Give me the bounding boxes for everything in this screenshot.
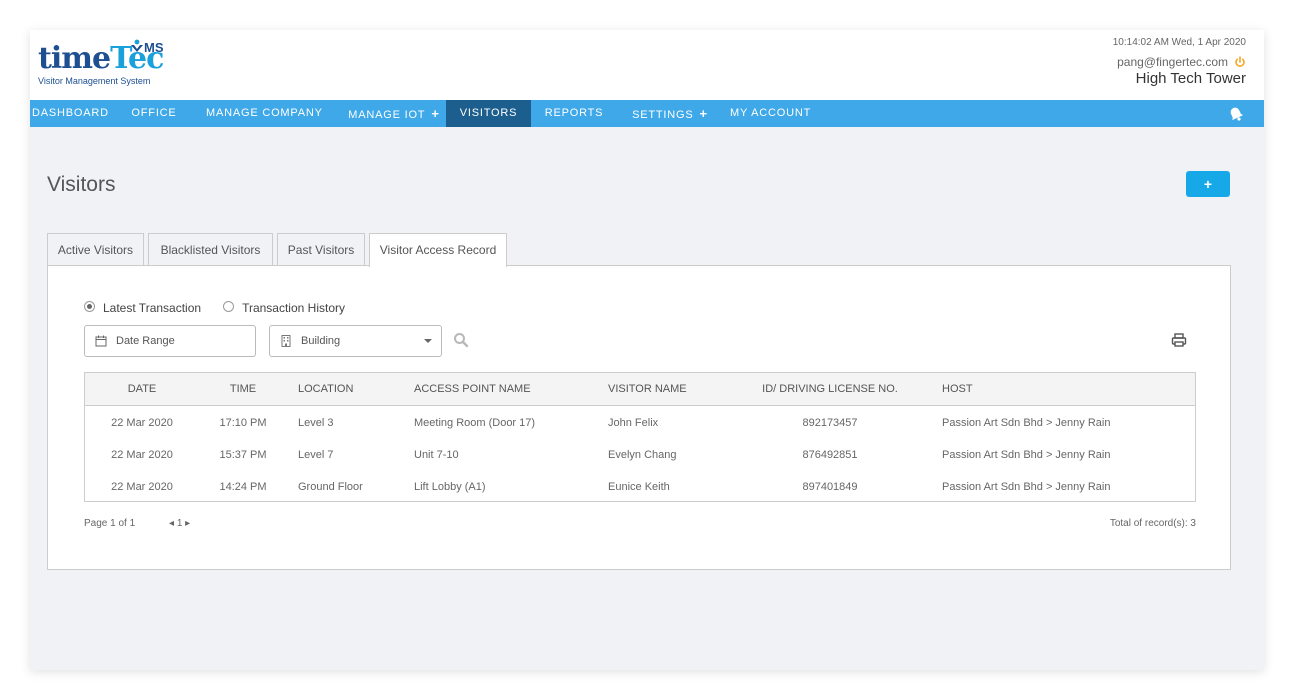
- plus-icon: +: [699, 106, 708, 121]
- page-title: Visitors: [47, 173, 116, 196]
- table-row[interactable]: 22 Mar 2020 15:37 PM Level 7 Unit 7-10 E…: [85, 439, 1195, 471]
- nav-label: OFFICE: [131, 107, 177, 119]
- page-indicator: Page 1 of 1: [84, 518, 136, 529]
- nav-settings[interactable]: SETTINGS +: [630, 100, 710, 127]
- cell-host: Passion Art Sdn Bhd > Jenny Rain: [942, 481, 1111, 493]
- cell-host: Passion Art Sdn Bhd > Jenny Rain: [942, 417, 1111, 429]
- nav-label: REPORTS: [544, 107, 604, 119]
- cell-date: 22 Mar 2020: [111, 449, 173, 461]
- logo-figure-icon: [131, 39, 143, 52]
- nav-manage-iot[interactable]: MANAGE IOT +: [346, 100, 442, 127]
- total-records: Total of record(s): 3: [1109, 518, 1196, 529]
- user-panel: 10:14:02 AM Wed, 1 Apr 2020 pang@fingert…: [1113, 37, 1246, 87]
- radio-latest-transaction[interactable]: [84, 300, 95, 312]
- main-nav: DASHBOARD OFFICE MANAGE COMPANY MANAGE I…: [30, 100, 1264, 127]
- cell-access-point: Meeting Room (Door 17): [414, 417, 536, 429]
- nav-office[interactable]: OFFICE: [128, 100, 180, 127]
- logo-subtitle: Visitor Management System: [38, 76, 151, 86]
- cell-date: 22 Mar 2020: [111, 481, 173, 493]
- nav-label: DASHBOARD: [32, 107, 109, 119]
- nav-my-account[interactable]: MY ACCOUNT: [730, 100, 810, 127]
- plus-icon: +: [431, 106, 440, 121]
- tab-past-visitors[interactable]: Past Visitors: [277, 233, 365, 266]
- date-range-placeholder: Date Range: [116, 335, 175, 347]
- cell-access-point: Lift Lobby (A1): [414, 481, 486, 493]
- tab-blacklisted-visitors[interactable]: Blacklisted Visitors: [148, 233, 273, 266]
- access-record-panel: Latest Transaction Transaction History D…: [47, 265, 1231, 570]
- radio-transaction-history[interactable]: [223, 300, 235, 312]
- nav-dashboard[interactable]: DASHBOARD: [32, 100, 108, 127]
- column-header-location[interactable]: LOCATION: [298, 373, 353, 406]
- next-page-icon[interactable]: ▸: [185, 518, 190, 529]
- datetime: 10:14:02 AM Wed, 1 Apr 2020: [1112, 37, 1246, 48]
- transaction-mode-group: Latest Transaction Transaction History: [84, 300, 367, 315]
- header: timeTec MS Visitor Management System 10:…: [30, 30, 1264, 100]
- prev-page-icon[interactable]: ◂: [169, 518, 174, 529]
- table-row[interactable]: 22 Mar 2020 14:24 PM Ground Floor Lift L…: [85, 471, 1195, 503]
- cell-visitor-name: John Felix: [608, 417, 659, 429]
- cell-time: 14:24 PM: [219, 481, 267, 493]
- logo-vms-text: MS: [144, 40, 164, 55]
- cell-host: Passion Art Sdn Bhd > Jenny Rain: [942, 449, 1111, 461]
- tab-label: Visitor Access Record: [379, 243, 497, 257]
- print-icon[interactable]: [1170, 331, 1188, 349]
- column-header-host[interactable]: HOST: [942, 373, 973, 406]
- column-header-id-license[interactable]: ID/ DRIVING LICENSE NO.: [755, 373, 905, 406]
- nav-label: MY ACCOUNT: [730, 107, 812, 119]
- tab-visitor-access-record[interactable]: Visitor Access Record: [369, 233, 507, 267]
- column-header-access-point[interactable]: ACCESS POINT NAME: [414, 373, 531, 406]
- user-line: pang@fingertec.com: [1113, 55, 1246, 69]
- page-number-button[interactable]: 1: [177, 518, 183, 529]
- calendar-icon: [95, 335, 107, 347]
- tab-label: Active Visitors: [57, 243, 134, 257]
- cell-visitor-name: Evelyn Chang: [608, 449, 677, 461]
- building-icon: [281, 335, 291, 347]
- nav-label: MANAGE IOT: [348, 109, 426, 121]
- app-window: timeTec MS Visitor Management System 10:…: [30, 30, 1264, 670]
- access-record-table: DATE TIME LOCATION ACCESS POINT NAME VIS…: [84, 372, 1196, 502]
- search-icon[interactable]: [452, 331, 470, 349]
- table-row[interactable]: 22 Mar 2020 17:10 PM Level 3 Meeting Roo…: [85, 407, 1195, 439]
- cell-access-point: Unit 7-10: [414, 449, 459, 461]
- nav-manage-company[interactable]: MANAGE COMPANY: [206, 100, 322, 127]
- add-visitor-button[interactable]: +: [1186, 171, 1230, 197]
- cell-visitor-name: Eunice Keith: [608, 481, 670, 493]
- cell-id-license: 897401849: [802, 481, 858, 493]
- column-header-date[interactable]: DATE: [105, 373, 179, 406]
- nav-visitors[interactable]: VISITORS: [446, 100, 531, 127]
- pagination-nav: ◂ 1 ▸: [169, 518, 190, 529]
- nav-reports[interactable]: REPORTS: [542, 100, 606, 127]
- nav-label: VISITORS: [459, 107, 518, 119]
- cell-date: 22 Mar 2020: [111, 417, 173, 429]
- cell-location: Ground Floor: [298, 481, 363, 493]
- cell-id-license: 876492851: [802, 449, 858, 461]
- power-icon[interactable]: [1234, 56, 1246, 68]
- cell-time: 15:37 PM: [219, 449, 267, 461]
- user-email[interactable]: pang@fingertec.com: [1117, 55, 1228, 69]
- building-name[interactable]: High Tech Tower: [1113, 70, 1246, 87]
- date-range-input[interactable]: Date Range: [84, 325, 256, 357]
- radio-latest-label[interactable]: Latest Transaction: [103, 301, 201, 315]
- nav-label: SETTINGS: [632, 109, 694, 121]
- column-header-visitor-name[interactable]: VISITOR NAME: [608, 373, 687, 406]
- building-select[interactable]: Building: [269, 325, 442, 357]
- cell-id-license: 892173457: [802, 417, 858, 429]
- logo-time-text: time: [38, 41, 111, 76]
- bell-icon[interactable]: [1228, 106, 1244, 122]
- cell-time: 17:10 PM: [219, 417, 267, 429]
- cell-location: Level 3: [298, 417, 334, 429]
- chevron-down-icon: [424, 339, 432, 343]
- tab-label: Blacklisted Visitors: [160, 243, 261, 257]
- building-placeholder: Building: [301, 335, 341, 347]
- logo[interactable]: timeTec MS Visitor Management System: [38, 39, 218, 92]
- cell-location: Level 7: [298, 449, 334, 461]
- tab-label: Past Visitors: [287, 243, 355, 257]
- nav-label: MANAGE COMPANY: [206, 107, 323, 119]
- radio-history-label[interactable]: Transaction History: [242, 301, 345, 315]
- tab-active-visitors[interactable]: Active Visitors: [47, 233, 144, 266]
- table-header: DATE TIME LOCATION ACCESS POINT NAME VIS…: [85, 373, 1195, 406]
- column-header-time[interactable]: TIME: [213, 373, 273, 406]
